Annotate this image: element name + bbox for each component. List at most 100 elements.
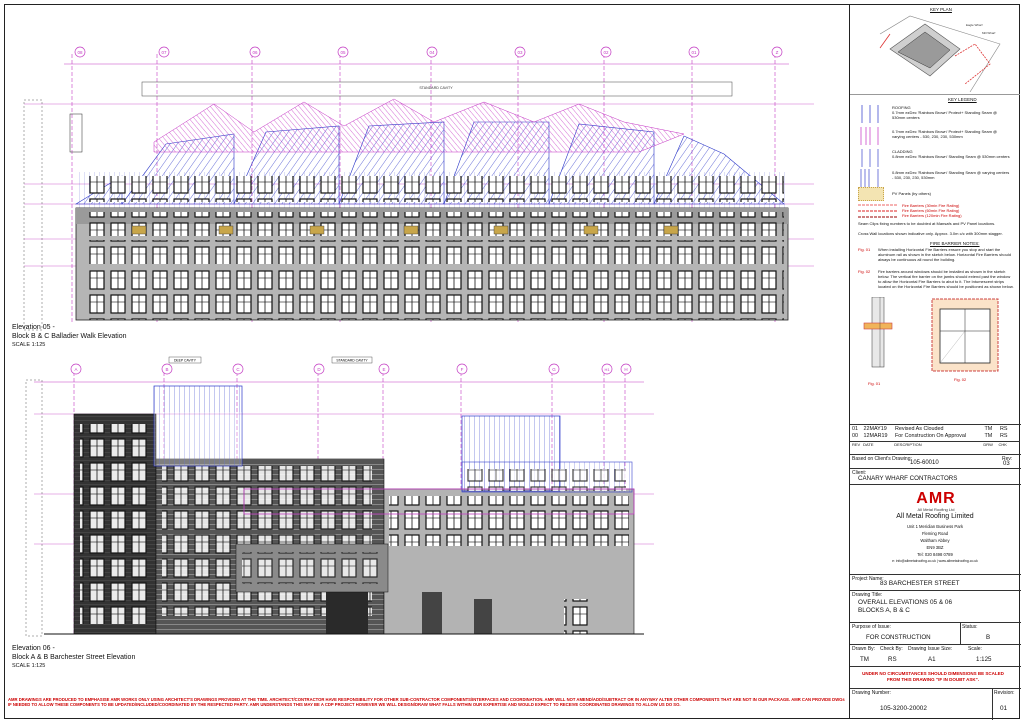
scale-warning: UNDER NO CIRCUMSTANCES SHOULD DIMENSIONS…	[862, 671, 1004, 682]
revision-rev: 01	[852, 426, 858, 432]
svg-text:STANDARD CAVITY: STANDARD CAVITY	[336, 359, 368, 363]
elevation-06-caption: Elevation 06 - Block A & B Barchester St…	[12, 644, 135, 671]
elevation-05-title: Elevation 05 -	[12, 324, 55, 331]
revision-desc: Revised As Clouded	[895, 426, 944, 432]
drawing-title-row: Drawing Title: OVERALL ELEVATIONS 05 & 0…	[850, 590, 1021, 622]
legend-item-roofing-530: 0.7mm ezDec 'Rainbow Brown' Protect+ Sta…	[892, 110, 998, 120]
grid-label: F	[461, 367, 464, 372]
elevation-05-caption: Elevation 05 - Block B & C Balladier Wal…	[12, 323, 127, 350]
revision-row: 01 22MAY19 Revised As Clouded TM RS	[852, 426, 1018, 433]
grid-bubble: G	[548, 363, 560, 375]
elevation-06-scale: SCALE 1:125	[12, 663, 46, 669]
legend-swatch-roofing-530	[861, 105, 879, 123]
status-value: B	[986, 634, 991, 641]
purpose-divider	[960, 623, 961, 645]
revision-header: REV DATE DESCRIPTION DRW CHK	[850, 441, 1020, 448]
check-label: Check By:	[880, 646, 903, 652]
grid-bubble: H	[620, 363, 632, 375]
scale-value: 1:125	[976, 656, 992, 663]
legend-swatch-fire-barriers	[858, 204, 898, 218]
fire-note-fig01-label: Fig. 01	[858, 247, 871, 252]
project-label: Project Name:	[852, 576, 884, 582]
fig02-sketch	[931, 298, 999, 372]
grid-bubble: H1	[601, 363, 613, 375]
address-line: Fleming Road	[921, 531, 949, 536]
elevation-05-grid-bubbles: 08 07 06 05 04 03 02 01 Z	[74, 46, 783, 58]
title-block: KEY PLAN Eagle Wharf Mill Wharf KEY LEGE…	[849, 4, 1021, 720]
drawing-title: OVERALL ELEVATIONS 05 & 06 BLOCKS A, B &…	[858, 599, 952, 615]
drawing-title-line: OVERALL ELEVATIONS 05 & 06	[858, 599, 953, 606]
drw-header: DRW	[983, 442, 993, 447]
legend-swatch-pv-panels	[858, 187, 884, 201]
grid-label: 01	[691, 50, 697, 55]
purpose-value: FOR CONSTRUCTION	[866, 634, 931, 641]
grid-label: 07	[161, 50, 167, 55]
key-legend-title: KEY LEGEND	[948, 97, 977, 102]
cavity-tags-06: DEEP CAVITY STANDARD CAVITY	[168, 356, 373, 364]
grid-bubble: 05	[337, 46, 349, 58]
revision-date: 22MAY19	[863, 426, 887, 432]
drawing-number-label: Drawing Number:	[852, 690, 891, 696]
revision-drw: TM	[984, 426, 993, 432]
company-address: Unit 1 Meridian Business Park Fleming Ro…	[850, 523, 1020, 565]
revision-drw: TM	[984, 433, 993, 439]
grid-label: G	[552, 367, 556, 372]
grid-label: 02	[603, 50, 609, 55]
drawn-label: Drawn By:	[852, 646, 876, 652]
drawing-number-row: Drawing Number: 105-3200-20002 Revision:…	[850, 688, 1021, 720]
address-line: EN9 3BZ	[926, 545, 944, 550]
revision-date: 12MAR19	[863, 433, 888, 439]
purpose-row: Purpose of Issue: FOR CONSTRUCTION Statu…	[850, 622, 1021, 645]
grid-label: 06	[252, 50, 258, 55]
elevation-06-subtitle: Block A & B Barchester Street Elevation	[12, 654, 136, 661]
legend-swatch-cladding-varying	[860, 169, 879, 187]
fire-note-fig02-label: Fig. 02	[858, 269, 871, 274]
grid-bubble: A	[70, 363, 82, 375]
disclaimer-note: AMR DRAWINGS ARE PRODUCED TO EMPHASISE A…	[8, 697, 845, 708]
based-on-label: Based on Client's Drawing:	[852, 456, 912, 462]
project-value: 83 BARCHESTER STREET	[880, 580, 960, 587]
grid-label: E	[382, 367, 385, 372]
chk-header: CHK	[998, 442, 1007, 447]
standard-cavity-marker: STANDARD CAVITY	[141, 81, 733, 97]
project-row: Project Name: 83 BARCHESTER STREET	[850, 574, 1021, 590]
revision-divider	[992, 689, 993, 720]
elevation-06-grid-bubbles: A B C D E F G H1 H	[70, 363, 632, 375]
based-on-value: 105-60010	[910, 460, 939, 466]
legend-item-cladding-varying: 0.8mm ezDec 'Rainbow Brown' Standing Sea…	[892, 170, 1010, 180]
grid-label: 04	[429, 50, 435, 55]
fig02-caption: Fig. 02	[954, 377, 967, 382]
elevations-drawing: 08 07 06 05 04 03 02 01 Z STANDARD CAVIT…	[23, 46, 814, 637]
status-label: Status:	[962, 624, 978, 630]
fig01-caption: Fig. 01	[868, 381, 881, 386]
svg-text:Eagle Wharf: Eagle Wharf	[966, 23, 983, 27]
grid-bubble: E	[378, 363, 390, 375]
legend-fire-120: Fire Barriers (120min Fire Rating)	[902, 213, 962, 218]
legend-swatch-cladding-530	[861, 149, 879, 167]
elevation-05-facade	[75, 207, 789, 321]
legend-item-cladding-530: 0.8mm ezDec 'Rainbow Brown' Standing Sea…	[892, 154, 1010, 159]
desc-header: DESCRIPTION	[894, 442, 922, 447]
legend-item-roofing-varying: 0.7mm ezDec 'Rainbow Brown' Protect+ Sta…	[892, 129, 998, 139]
revision-label: Revision:	[994, 690, 1015, 696]
key-plan: KEY PLAN Eagle Wharf Mill Wharf	[850, 4, 1020, 94]
amr-logo: AMR All Metal Roofing Ltd	[908, 490, 964, 513]
grid-label: 03	[517, 50, 523, 55]
elevation-05-subtitle: Block B & C Balladier Walk Elevation	[12, 333, 127, 340]
size-value: A1	[928, 656, 936, 663]
amr-logo-mark: AMR	[916, 490, 956, 507]
elevation-06-title: Elevation 06 -	[12, 645, 55, 652]
drawn-value: TM	[860, 656, 869, 663]
sawtooth-roof	[74, 98, 788, 208]
client-row: Client: CANARY WHARF CONTRACTORS	[850, 468, 1021, 484]
fig01-sketch	[863, 297, 893, 368]
level-annotations-06	[25, 379, 43, 637]
grid-label: A	[74, 367, 77, 372]
revision-chk: RS	[1000, 426, 1008, 432]
svg-text:DEEP CAVITY: DEEP CAVITY	[174, 359, 197, 363]
date-header: DATE	[863, 442, 874, 447]
drawn-row: Drawn By: TM Check By: RS Drawing Issue …	[850, 644, 1021, 666]
legend-item-pv-panels: PV Panels (by others)	[892, 191, 931, 196]
grid-label: 05	[340, 50, 346, 55]
grid-label: Z	[776, 50, 779, 55]
